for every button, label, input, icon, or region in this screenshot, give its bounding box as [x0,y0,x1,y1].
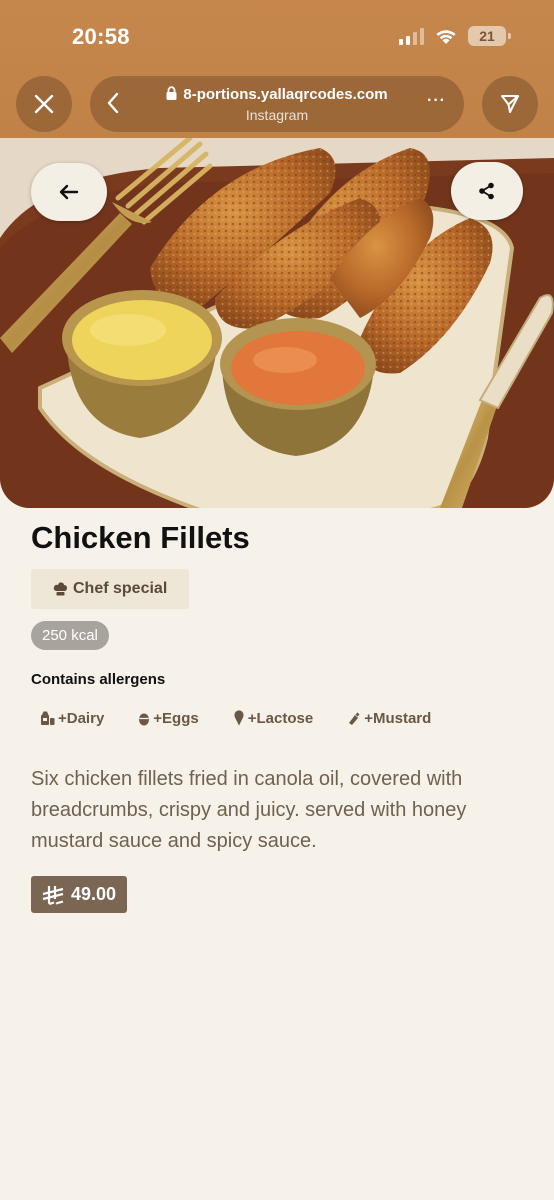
status-icons: 21 [399,26,511,46]
share-icon [479,182,494,200]
status-time: 20:58 [72,24,130,49]
price-badge: 49.00 [31,876,128,913]
arrow-left-icon [59,184,79,200]
url-text: 8-portions.yallaqrcodes.com [183,86,388,103]
signal-icon [399,27,424,45]
chef-hat-icon [53,582,67,596]
browser-chrome: 20:58 21 8-portions.yallaqrcodes.com Ins… [0,0,554,138]
item-description: Six chicken fillets fried in canola oil,… [31,768,467,852]
allergen-item-dairy: +Dairy [40,706,104,730]
lock-icon [166,86,177,100]
milk-icon [41,711,55,725]
url-bar[interactable]: 8-portions.yallaqrcodes.com Instagram ··… [90,76,464,132]
allergen-label: +Dairy [58,709,105,727]
item-title: Chicken Fillets [31,520,250,555]
allergen-item-mustard: +Mustard [347,706,431,730]
allergen-label: +Eggs [153,709,199,727]
tag-label: Chef special [73,580,168,597]
close-icon [34,94,54,114]
ice-cream-icon [234,710,244,726]
allergens-heading: Contains allergens [31,671,166,688]
url-source: Instagram [245,107,309,123]
allergen-label: +Mustard [364,709,432,727]
chef-special-tag: Chef special [31,569,190,609]
egg-icon [139,713,150,725]
kcal-badge: 250 kcal [31,621,109,650]
send-button[interactable] [482,76,538,132]
share-button[interactable] [451,162,523,220]
allergen-list: +Dairy +Eggs +Lactose +Mustard [40,706,465,730]
send-icon [501,95,519,113]
wifi-icon [436,30,456,44]
food-photo [0,138,554,508]
mustard-icon [349,712,360,725]
allergen-item-lactose: +Lactose [233,706,313,730]
more-icon[interactable]: ··· [427,92,446,110]
battery-icon: 21 [468,26,511,46]
riyal-icon [42,885,64,905]
back-button[interactable] [31,163,107,221]
allergen-item-eggs: +Eggs [138,706,199,730]
allergen-label: +Lactose [247,709,314,727]
close-button[interactable] [16,76,72,132]
url-text-row: 8-portions.yallaqrcodes.com [90,86,464,103]
price-value: 49.00 [71,884,117,904]
